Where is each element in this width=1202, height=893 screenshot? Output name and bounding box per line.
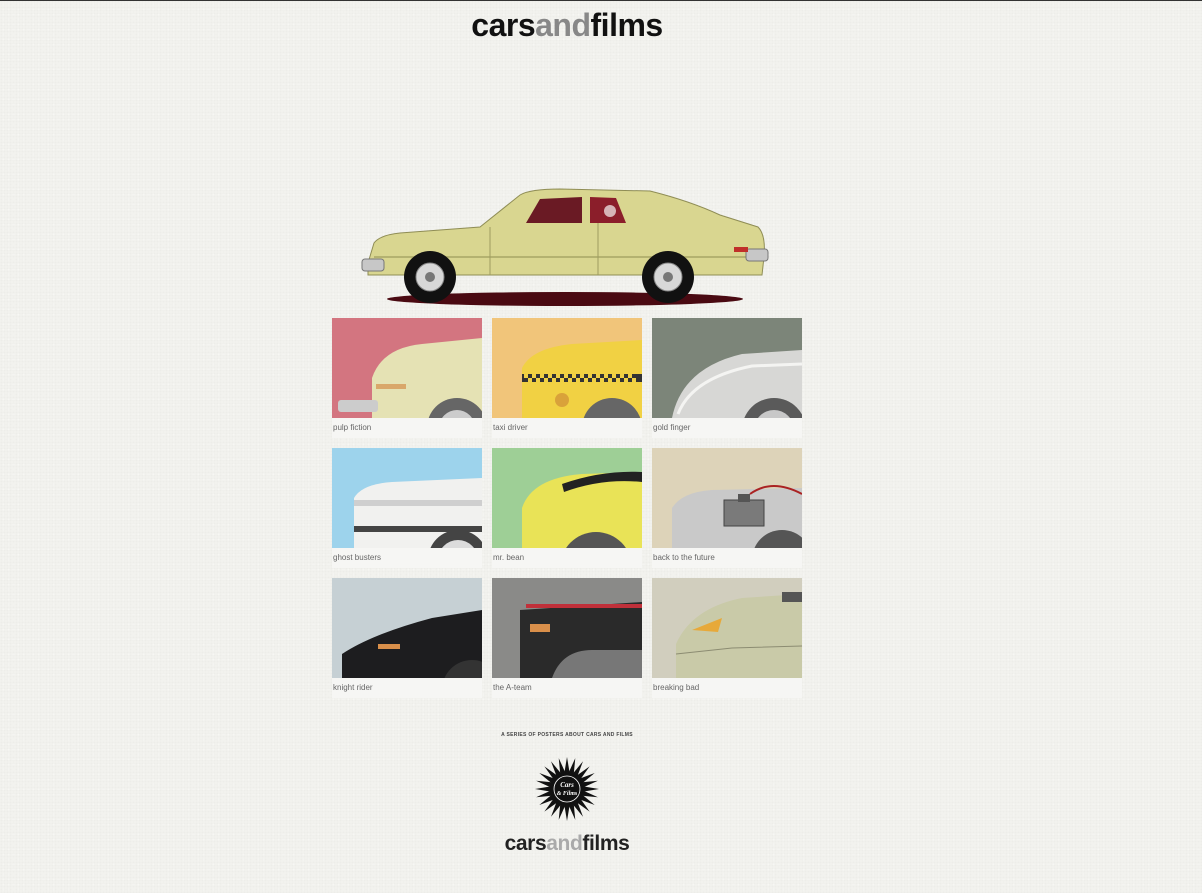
footer-logo[interactable]: carsandfilms — [460, 832, 674, 856]
poster-title: gold finger — [652, 418, 802, 438]
poster-tile-gold-finger[interactable]: gold finger — [652, 318, 802, 438]
poster-title: ghost busters — [332, 548, 482, 568]
poster-thumbnail — [492, 318, 642, 418]
footer-logo-films: films — [582, 832, 630, 855]
poster-tile-knight-rider[interactable]: knight rider — [332, 578, 482, 698]
poster-thumbnail — [652, 318, 802, 418]
logo-films: films — [590, 7, 664, 43]
poster-thumbnail — [652, 578, 802, 678]
poster-title: pulp fiction — [332, 418, 482, 438]
poster-title: the A-team — [492, 678, 642, 698]
footer-logo-cars: cars — [504, 832, 547, 855]
badge-line2: & Films — [557, 791, 578, 797]
logo-and: and — [535, 7, 591, 43]
badge-line1: Cars — [560, 781, 574, 789]
poster-title: knight rider — [332, 678, 482, 698]
poster-thumbnail — [492, 578, 642, 678]
tagline: A SERIES OF POSTERS ABOUT CARS AND FILMS — [501, 732, 633, 738]
poster-tile-ghost-busters[interactable]: ghost busters — [332, 448, 482, 568]
logo-cars: cars — [471, 7, 536, 43]
footer-logo-and: and — [546, 832, 583, 855]
poster-thumbnail — [492, 448, 642, 548]
poster-tile-breaking-bad[interactable]: breaking bad — [652, 578, 802, 698]
poster-thumbnail — [332, 578, 482, 678]
poster-thumbnail — [332, 318, 482, 418]
poster-title: taxi driver — [492, 418, 642, 438]
poster-tile-pulp-fiction[interactable]: pulp fiction — [332, 318, 482, 438]
poster-tile-taxi-driver[interactable]: taxi driver — [492, 318, 642, 438]
poster-thumbnail — [652, 448, 802, 548]
cars-and-films-badge: Cars & Films — [535, 757, 599, 821]
poster-tile-back-to-the-future[interactable]: back to the future — [652, 448, 802, 568]
site-logo[interactable]: carsandfilms — [0, 7, 1134, 44]
poster-title: mr. bean — [492, 548, 642, 568]
poster-thumbnail — [332, 448, 482, 548]
poster-tile-the-a-team[interactable]: the A-team — [492, 578, 642, 698]
hero-car-illustration — [360, 179, 770, 309]
poster-title: breaking bad — [652, 678, 802, 698]
poster-title: back to the future — [652, 548, 802, 568]
poster-tile-mr-bean[interactable]: mr. bean — [492, 448, 642, 568]
